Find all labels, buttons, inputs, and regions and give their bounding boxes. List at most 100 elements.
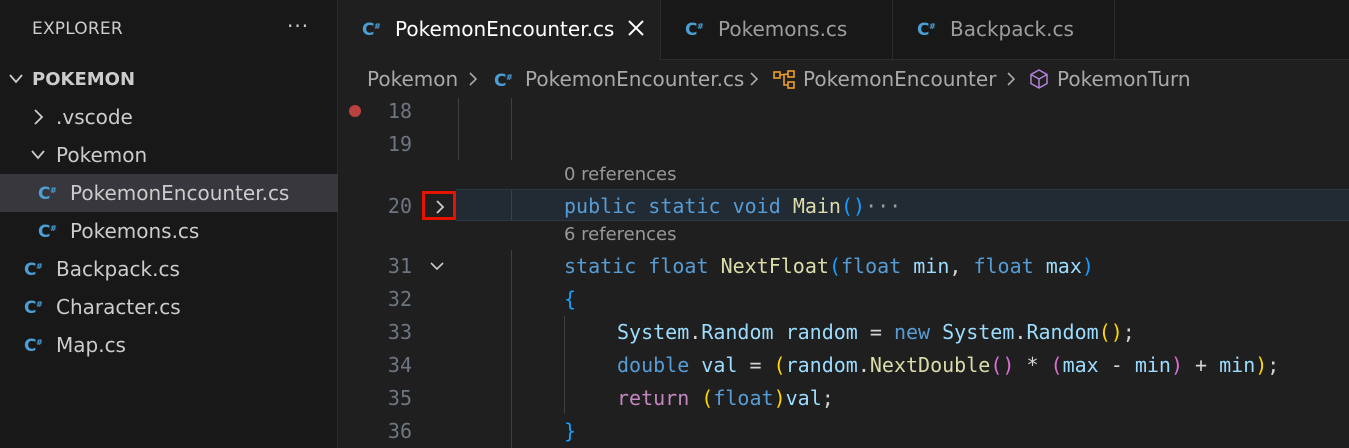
code-editor[interactable]: 18 19 0 references 20 public static void… xyxy=(338,98,1349,448)
folded-ellipsis[interactable]: ··· xyxy=(865,194,901,218)
breadcrumb-item-file[interactable]: PokemonEncounter.cs xyxy=(525,67,744,91)
indent-guide xyxy=(511,250,512,448)
code-line-36: } xyxy=(564,419,576,443)
code-line-34: double val = (random.NextDouble() * (max… xyxy=(617,353,1279,377)
breadcrumb-item-folder[interactable]: Pokemon xyxy=(367,67,458,91)
svg-text:C: C xyxy=(38,184,50,202)
code-token: - xyxy=(1098,353,1135,377)
editor-tabs: C # PokemonEncounter.cs C # Pokemons.cs C #… xyxy=(338,0,1349,60)
explorer-title: EXPLORER xyxy=(32,19,123,39)
svg-text:#: # xyxy=(506,73,513,82)
breadcrumb-item-method[interactable]: PokemonTurn xyxy=(1057,67,1191,91)
svg-text:C: C xyxy=(38,222,50,240)
csharp-file-icon: C # xyxy=(24,336,43,354)
tree-item-root-pokemon[interactable]: POKEMON xyxy=(0,60,338,98)
svg-text:#: # xyxy=(50,224,57,233)
tree-item-pokemon-folder[interactable]: Pokemon xyxy=(0,136,338,174)
line-number: 18 xyxy=(387,99,412,123)
code-token: float xyxy=(648,254,709,278)
tree-item-label: Pokemons.cs xyxy=(70,219,200,243)
code-token: = xyxy=(737,353,774,377)
fold-toggle-highlight[interactable] xyxy=(422,191,456,220)
code-line-20: public static void Main()··· xyxy=(564,194,901,218)
indent-guide xyxy=(511,190,512,220)
code-token: ) xyxy=(773,386,786,410)
tree-item-pokemons-cs[interactable]: C # Pokemons.cs xyxy=(0,212,338,250)
line-number: 20 xyxy=(387,194,412,218)
tab-label: PokemonEncounter.cs xyxy=(395,17,615,41)
csharp-file-icon: C # xyxy=(362,20,381,38)
tree-item-character-cs[interactable]: C # Character.cs xyxy=(0,288,338,326)
indent-guide xyxy=(458,98,459,160)
method-cube-icon xyxy=(1030,69,1048,89)
ellipsis-icon[interactable]: ··· xyxy=(287,14,309,38)
chevron-down-icon[interactable] xyxy=(428,258,446,274)
explorer-sidebar: EXPLORER ··· POKEMON .vscode Pokemon C # … xyxy=(0,0,338,448)
code-token: ( xyxy=(828,254,841,278)
code-token: System xyxy=(942,320,1015,344)
code-token: Random xyxy=(1026,320,1099,344)
code-token: ; xyxy=(821,386,834,410)
svg-text:#: # xyxy=(697,22,704,31)
tree-item-backpack-cs[interactable]: C # Backpack.cs xyxy=(0,250,338,288)
code-token: } xyxy=(564,419,577,443)
code-token: void xyxy=(732,194,781,218)
code-token: NextDouble xyxy=(869,353,991,377)
breadcrumb-item-class[interactable]: PokemonEncounter xyxy=(803,67,996,91)
code-token: ( xyxy=(1050,353,1063,377)
chevron-right-icon xyxy=(750,72,759,86)
code-token: double xyxy=(617,353,690,377)
svg-text:C: C xyxy=(24,336,36,354)
svg-text:C: C xyxy=(24,260,36,278)
code-token: + xyxy=(1183,353,1220,377)
tree-item-label: Map.cs xyxy=(56,333,126,357)
tab-pokemonencounter-cs[interactable]: C # PokemonEncounter.cs xyxy=(338,0,661,60)
close-icon[interactable] xyxy=(624,16,648,40)
line-number: 35 xyxy=(387,386,412,410)
chevron-down-icon xyxy=(9,74,23,84)
tree-item-vscode[interactable]: .vscode xyxy=(0,98,338,136)
csharp-file-icon: C # xyxy=(917,20,936,38)
code-token: . xyxy=(1014,320,1027,344)
code-token: float xyxy=(840,254,902,278)
code-line-35: return (float)val; xyxy=(617,386,834,410)
code-line-33: System.Random random = new System.Random… xyxy=(617,320,1135,344)
csharp-file-icon: C # xyxy=(685,20,704,38)
tree-item-map-cs[interactable]: C # Map.cs xyxy=(0,326,338,364)
code-token: . xyxy=(857,353,870,377)
codelens-references[interactable]: 6 references xyxy=(564,224,677,245)
line-number: 33 xyxy=(387,320,412,344)
tree-item-pokemonencounter-cs[interactable]: C # PokemonEncounter.cs xyxy=(0,174,338,212)
explorer-header: EXPLORER ··· xyxy=(0,0,338,60)
chevron-down-icon xyxy=(31,150,45,160)
code-token: ) xyxy=(1170,353,1183,377)
code-token: new xyxy=(893,320,931,344)
code-token: min xyxy=(913,254,950,278)
code-line-31: static float NextFloat(float min, float … xyxy=(564,254,1094,278)
code-token: val xyxy=(701,353,738,377)
indent-guide xyxy=(564,316,565,414)
svg-text:C: C xyxy=(24,298,36,316)
tree-item-label: POKEMON xyxy=(32,69,136,90)
tab-backpack-cs[interactable]: C # Backpack.cs xyxy=(893,0,1115,60)
code-token: * xyxy=(1014,353,1051,377)
code-token: () xyxy=(840,194,866,218)
code-token: () xyxy=(1098,320,1123,344)
code-token: return xyxy=(617,386,690,410)
class-icon xyxy=(773,70,795,89)
line-number: 19 xyxy=(387,132,412,156)
svg-text:#: # xyxy=(36,262,43,271)
codelens-references[interactable]: 0 references xyxy=(564,164,677,185)
code-token: = xyxy=(857,320,894,344)
svg-text:C: C xyxy=(362,20,374,38)
tab-pokemons-cs[interactable]: C # Pokemons.cs xyxy=(661,0,893,60)
csharp-icon: C # xyxy=(494,71,513,89)
code-token: float xyxy=(973,254,1034,278)
code-token: Main xyxy=(792,194,841,218)
